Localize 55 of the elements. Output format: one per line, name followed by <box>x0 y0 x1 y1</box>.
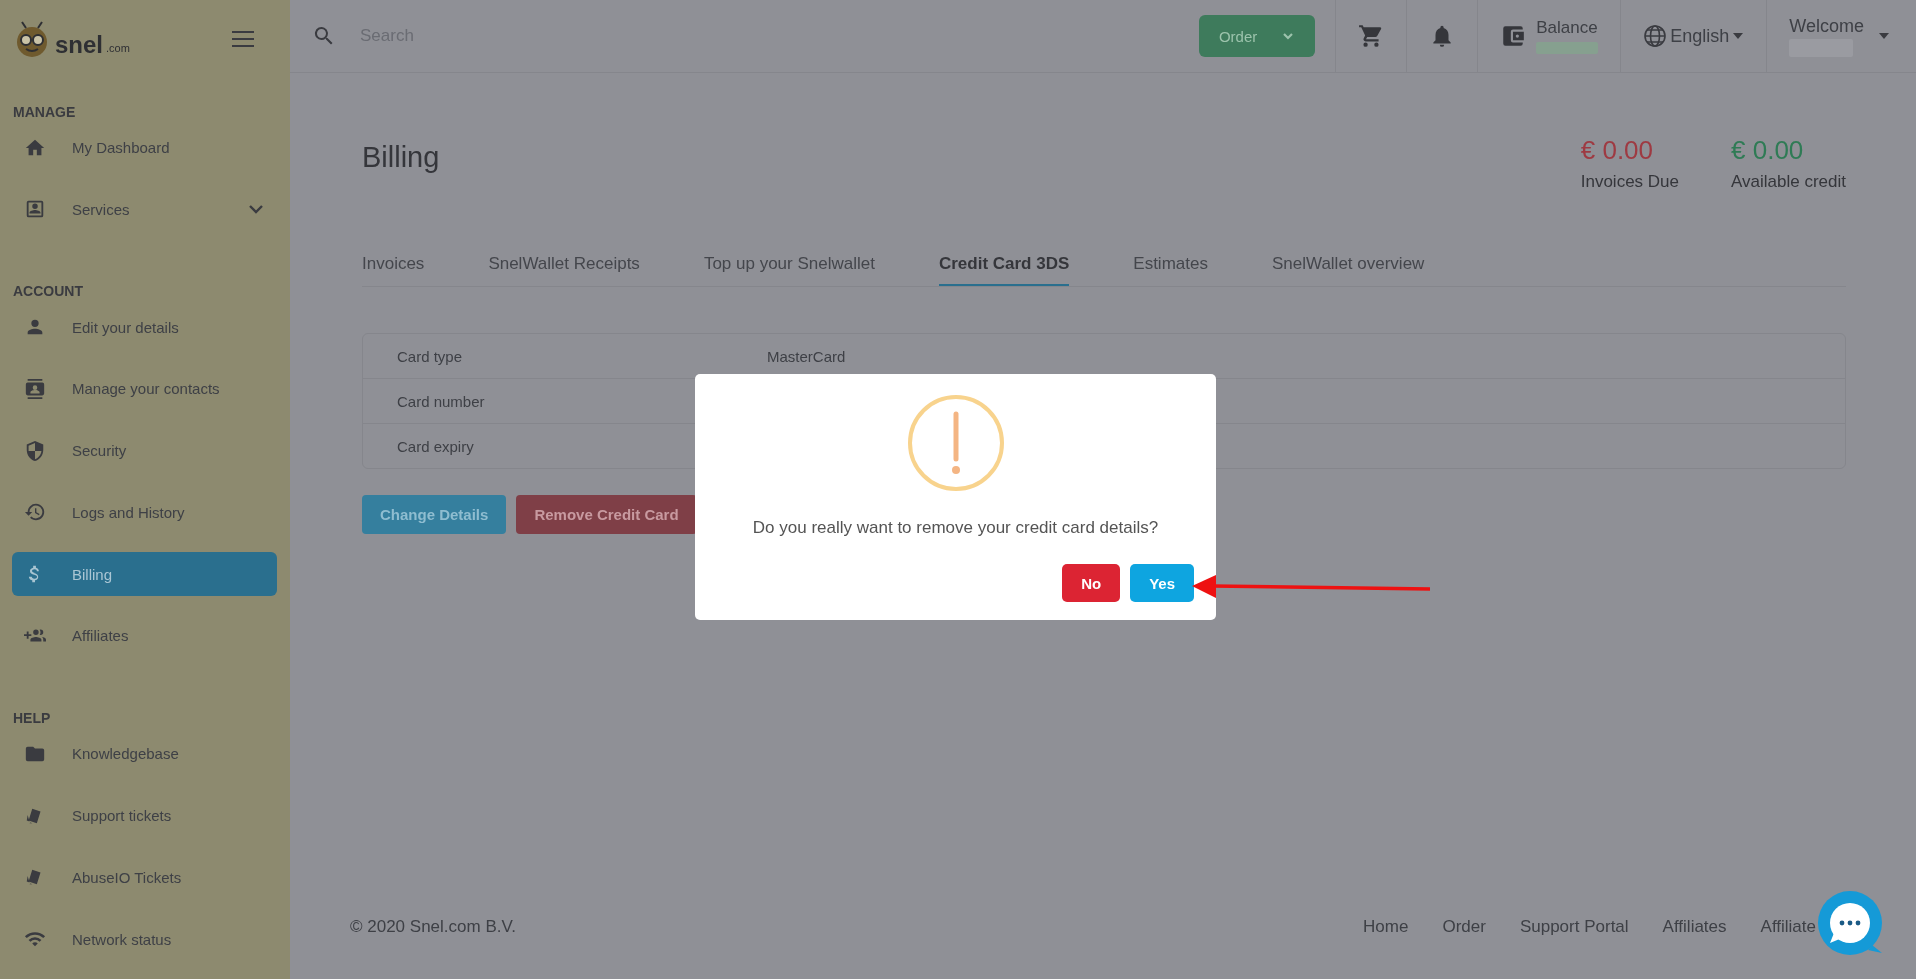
footer-link[interactable]: Affiliates <box>1662 917 1727 937</box>
footer-link[interactable]: Affiliate <box>1760 917 1816 937</box>
tab[interactable]: Credit Card 3DS <box>938 246 1070 286</box>
footer-link[interactable]: Order <box>1442 917 1486 937</box>
caret-icon <box>1732 32 1745 40</box>
shield-icon <box>24 439 46 462</box>
row-value: MasterCard <box>767 347 846 365</box>
sidebar-item[interactable]: Billing <box>12 552 277 597</box>
amount-label: Available credit <box>1731 172 1846 192</box>
order-button[interactable]: Order <box>1198 15 1316 57</box>
contacts-icon <box>24 377 46 400</box>
section-heading: MANAGE <box>13 103 77 120</box>
sidebar-item[interactable]: Logs and History <box>12 490 277 535</box>
amount: € 0.00 <box>1580 135 1655 166</box>
sidebar-item[interactable]: AbuseIO Tickets <box>12 855 277 900</box>
tab[interactable]: SnelWallet overview <box>1271 246 1425 286</box>
language-selector[interactable]: English <box>1643 24 1745 48</box>
menu-icon[interactable] <box>231 28 255 49</box>
row-label: Card number <box>396 392 486 410</box>
sidebar-item[interactable]: Knowledgebase <box>12 731 277 776</box>
sidebar-item[interactable]: Support tickets <box>12 793 277 838</box>
page-title: Billing <box>362 141 440 174</box>
tab[interactable]: Top up your Snelwallet <box>703 246 875 286</box>
globe-icon <box>1643 24 1668 48</box>
sidebar-item[interactable]: My Dashboard <box>12 125 277 170</box>
copyright-text: © 2020 Snel.com B.V. <box>350 917 516 937</box>
sidebar-item[interactable]: Security <box>12 428 277 473</box>
sidebar-item[interactable]: Manage your contacts <box>12 366 277 411</box>
remove-button[interactable]: Remove Credit Card <box>516 495 697 534</box>
amount: € 0.00 <box>1731 135 1805 166</box>
sidebar-item[interactable]: Affiliates <box>12 614 277 658</box>
wallet-icon <box>1500 23 1527 49</box>
no-button[interactable]: No <box>1062 564 1121 602</box>
amount-label: Invoices Due <box>1580 172 1679 192</box>
tab[interactable]: Estimates <box>1133 246 1208 286</box>
sidebar-item[interactable]: Network status <box>12 917 277 961</box>
sidebar-item[interactable]: Services <box>12 187 277 232</box>
tab[interactable]: SnelWallet Receipts <box>488 246 640 286</box>
tab[interactable]: Invoices <box>362 246 425 286</box>
footer-link[interactable]: Support Portal <box>1519 917 1629 937</box>
logo-domain: .com <box>106 41 130 56</box>
logo-text: snel <box>55 30 104 59</box>
footer-link[interactable]: Home <box>1363 917 1409 937</box>
dialog-message: Do you really want to remove your credit card details? <box>752 518 1159 538</box>
section-heading: ACCOUNT <box>13 283 84 300</box>
caret-icon[interactable] <box>1878 32 1890 40</box>
balance-label: Balance <box>1536 18 1599 38</box>
section-heading: HELP <box>13 709 52 726</box>
welcome-label[interactable]: Welcome <box>1789 15 1864 37</box>
change-button[interactable]: Change Details <box>362 495 507 534</box>
row-label: Card type <box>396 347 464 365</box>
row-label: Card expiry <box>396 437 475 455</box>
sidebar-item[interactable]: Edit your details <box>12 305 277 349</box>
warning-icon <box>906 394 1005 492</box>
yes-button[interactable]: Yes <box>1130 564 1194 602</box>
